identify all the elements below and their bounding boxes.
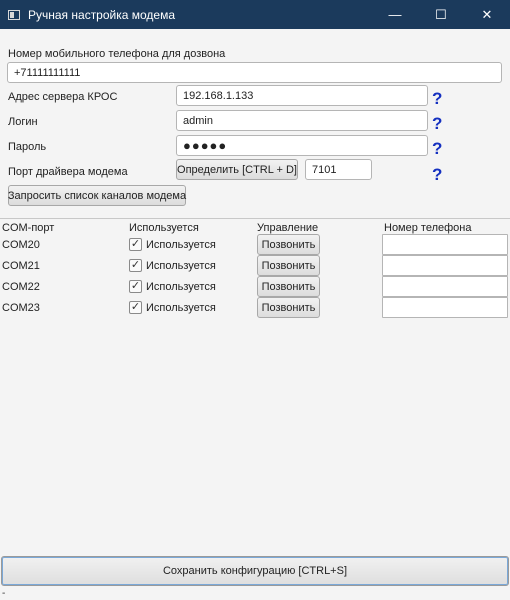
login-help-icon[interactable]: ? <box>432 115 442 132</box>
row-port: COM22 <box>2 281 40 293</box>
driver-port-label: Порт драйвера модема <box>8 166 128 178</box>
password-label: Пароль <box>8 141 47 153</box>
driver-port-help-icon[interactable]: ? <box>432 166 442 183</box>
header-control: Управление <box>257 222 319 234</box>
section-divider <box>0 218 510 219</box>
call-button[interactable]: Позвонить <box>257 297 320 318</box>
row-phone-input[interactable] <box>382 276 508 297</box>
call-button[interactable]: Позвонить <box>257 276 320 297</box>
used-label: Используется <box>146 239 216 251</box>
driver-port-input[interactable] <box>305 159 372 180</box>
close-icon[interactable]: ✕ <box>464 0 510 29</box>
title-bar[interactable]: Ручная настройка модема — ☐ ✕ <box>0 0 510 29</box>
row-port: COM23 <box>2 302 40 314</box>
call-button[interactable]: Позвонить <box>257 255 320 276</box>
detect-port-button[interactable]: Определить [CTRL + D] <box>176 159 298 180</box>
header-used: Используется <box>129 222 199 234</box>
status-text: - <box>2 588 6 599</box>
used-label: Используется <box>146 260 216 272</box>
password-help-icon[interactable]: ? <box>432 140 442 157</box>
save-config-button[interactable]: Сохранить конфигурацию [CTRL+S] <box>1 556 509 586</box>
used-checkbox[interactable]: ✓ <box>129 238 142 251</box>
row-phone-input[interactable] <box>382 234 508 255</box>
header-com-port: COM-порт <box>2 222 55 234</box>
request-channels-button[interactable]: Запросить список каналов модема <box>8 185 186 206</box>
used-label: Используется <box>146 302 216 314</box>
row-port: COM20 <box>2 239 40 251</box>
password-input[interactable]: ●●●●● <box>176 135 428 156</box>
server-input[interactable] <box>176 85 428 106</box>
row-port: COM21 <box>2 260 40 272</box>
row-phone-input[interactable] <box>382 297 508 318</box>
phone-input[interactable] <box>7 62 502 83</box>
server-label: Адрес сервера КРОС <box>8 91 118 103</box>
window-controls: — ☐ ✕ <box>372 0 510 29</box>
login-input[interactable] <box>176 110 428 131</box>
used-checkbox[interactable]: ✓ <box>129 301 142 314</box>
login-label: Логин <box>8 116 38 128</box>
used-label: Используется <box>146 281 216 293</box>
window-icon <box>8 9 20 20</box>
used-checkbox[interactable]: ✓ <box>129 259 142 272</box>
server-help-icon[interactable]: ? <box>432 90 442 107</box>
call-button[interactable]: Позвонить <box>257 234 320 255</box>
used-checkbox[interactable]: ✓ <box>129 280 142 293</box>
phone-label: Номер мобильного телефона для дозвона <box>8 48 226 60</box>
maximize-icon[interactable]: ☐ <box>418 0 464 29</box>
row-phone-input[interactable] <box>382 255 508 276</box>
minimize-icon[interactable]: — <box>372 0 418 29</box>
window-title: Ручная настройка модема <box>28 7 176 22</box>
header-phone-number: Номер телефона <box>384 222 472 234</box>
